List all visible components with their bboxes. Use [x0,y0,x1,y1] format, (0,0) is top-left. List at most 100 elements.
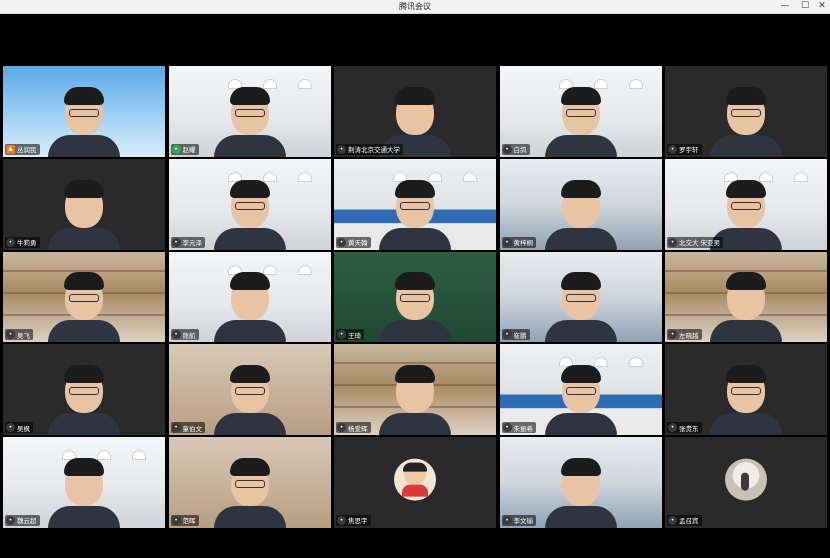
participant-name-label: • 张贵东 [667,422,702,434]
participant-name: 吴飞 [17,331,30,340]
microphone-icon: • [668,330,677,340]
participant-tile[interactable]: • 王琦 [334,251,496,343]
participant-tile[interactable]: • 崔鹏 [499,251,662,343]
shelf-decoration [3,269,165,272]
microphone-icon: • [668,515,677,525]
video-feed-person [544,86,617,157]
video-feed-person [710,272,782,343]
microphone-icon: • [337,423,346,433]
participant-name: 杨爱辉 [348,424,368,433]
participant-name-label: • 黄天翰 [336,236,371,248]
participant-name: 焦思宇 [348,517,368,526]
participant-name: 李元泽 [182,239,203,248]
participant-name-label: • 吴枫 [5,422,33,434]
participant-name-label: • 白鸽 [501,143,530,155]
participant-tile[interactable]: • 吴枫 [3,344,165,436]
participant-tile[interactable]: • 杨爱辉 [334,344,496,436]
microphone-icon: • [502,144,512,154]
video-feed-person [48,457,120,528]
participant-tile[interactable]: • 吴飞 [3,251,165,343]
microphone-icon: • [171,515,181,525]
participant-tile[interactable]: • 熊航 [168,251,331,343]
participant-tile[interactable]: • 北交大 宋亚男 [665,158,827,250]
participant-name: 吴枫 [17,424,30,433]
microphone-icon: • [337,330,346,340]
microphone-icon: • [171,237,181,247]
participant-tile[interactable]: • 焦思宇 [334,437,496,528]
participant-name: 黄梓桐 [513,239,534,248]
lamp-decoration [298,265,311,274]
participant-tile[interactable]: • 范晖 [168,437,331,528]
participant-name: 范晖 [182,517,196,526]
microphone-icon: • [668,144,677,154]
minimize-button[interactable]: — [776,0,794,13]
video-feed-person [544,272,617,343]
video-feed-person [379,365,451,436]
participant-tile[interactable]: • 朱振希 [499,344,662,436]
participant-name-label: • 魏云超 [5,514,40,526]
microphone-icon: • [171,330,181,340]
participant-name: 白鸽 [513,146,527,155]
close-button[interactable]: ✕ [813,0,830,13]
participant-tile[interactable]: • 荆涛北京交通大学 [334,66,496,157]
participant-tile[interactable]: • 左晓越 [665,251,827,343]
microphone-icon: • [502,237,512,247]
window-title: 腾讯会议 [399,2,431,11]
video-feed-person [213,179,286,250]
microphone-icon: • [171,144,181,154]
participant-name: 罗宇轩 [679,146,699,155]
participant-name-label: • 北交大 宋亚男 [667,236,724,248]
shelf-decoration [665,269,827,272]
video-feed-person [544,365,617,436]
video-feed-person [48,365,120,436]
participant-tile[interactable]: • 孟召宾 [665,437,827,528]
participant-tile[interactable]: • 李元泽 [168,158,331,250]
participant-tile[interactable]: • 白鸽 [499,66,662,157]
participant-name: 崔鹏 [513,331,527,340]
meeting-stage: ♟ 丛润民 • 赵耀 • 荆涛北京交通大学 • 白鸽 • 罗宇轩 • 牛莉勇 • 李元泽 • 黄天翰 • 黄梓桐 •… [0,14,830,558]
microphone-icon: • [6,423,15,433]
participant-name: 童伯文 [182,424,203,433]
lamp-decoration [795,172,807,181]
participant-name-label: • 焦思宇 [336,514,371,526]
participant-name-label: • 黄梓桐 [501,236,536,248]
participant-name: 左晓越 [679,331,699,340]
microphone-icon: • [337,515,346,525]
microphone-icon: • [668,237,677,247]
participant-name: 孟召宾 [679,517,699,526]
participant-name: 北交大 宋亚男 [679,239,721,248]
video-feed-person [213,272,286,343]
microphone-icon: • [6,330,15,340]
participant-tile[interactable]: • 牛莉勇 [3,158,165,250]
lamp-decoration [629,80,642,88]
participant-tile[interactable]: • 赵耀 [168,66,331,157]
participant-name: 牛莉勇 [17,239,37,248]
profile-photo [725,458,767,501]
participant-name-label: • 范晖 [170,514,199,526]
maximize-button[interactable]: ☐ [796,0,814,13]
participant-name: 熊航 [182,331,196,340]
participant-tile[interactable]: • 罗宇轩 [665,66,827,157]
participant-tile[interactable]: • 黄天翰 [334,158,496,250]
microphone-icon: • [6,515,15,525]
microphone-icon: • [668,423,677,433]
microphone-icon: • [337,237,346,247]
participant-tile[interactable]: • 张贵东 [665,344,827,436]
participant-name-label: • 熊航 [170,329,199,341]
video-feed-person [48,179,120,250]
participant-tile[interactable]: • 童伯文 [168,344,331,436]
participant-tile[interactable]: • 李文瑜 [499,437,662,528]
participant-name-label: • 吴飞 [5,329,33,341]
participant-tile[interactable]: ♟ 丛润民 [3,66,165,157]
video-feed-person [544,457,617,528]
participant-name-label: ♟ 丛润民 [5,143,40,155]
participant-name: 李文瑜 [513,517,534,526]
participant-name-label: • 杨爱辉 [336,422,371,434]
participant-tile[interactable]: • 黄梓桐 [499,158,662,250]
participant-grid: ♟ 丛润民 • 赵耀 • 荆涛北京交通大学 • 白鸽 • 罗宇轩 • 牛莉勇 • 李元泽 • 黄天翰 • 黄梓桐 •… [3,66,827,530]
video-feed-person [710,86,782,157]
participant-name: 朱振希 [513,424,534,433]
participant-name-label: • 李元泽 [170,236,205,248]
microphone-icon: • [337,144,346,154]
participant-tile[interactable]: • 魏云超 [3,437,165,528]
